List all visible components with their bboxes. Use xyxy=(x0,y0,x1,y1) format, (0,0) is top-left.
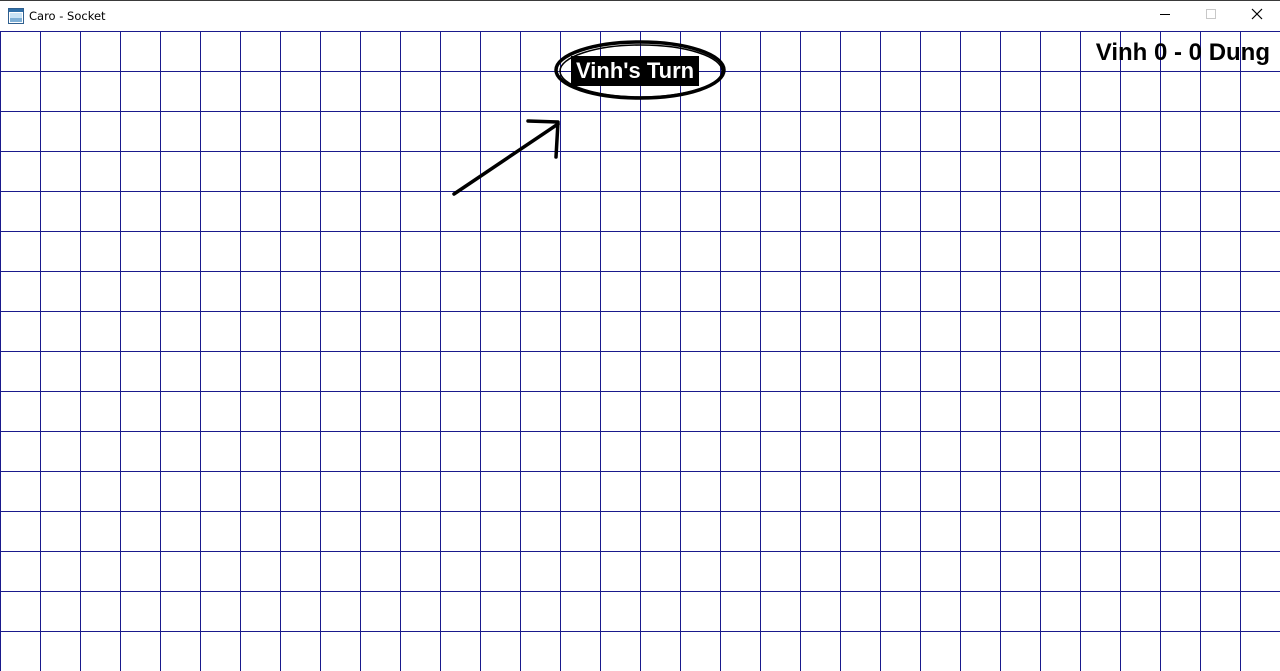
close-icon xyxy=(1251,7,1263,25)
minimize-button[interactable] xyxy=(1142,1,1188,31)
window-app-icon xyxy=(8,8,24,24)
scoreboard: Vinh 0 - 0 Dung xyxy=(1095,39,1270,66)
arrow-annotation xyxy=(452,119,560,196)
turn-indicator: Vinh's Turn xyxy=(571,56,700,86)
title-bar[interactable]: Caro - Socket xyxy=(0,0,1280,31)
maximize-icon xyxy=(1205,7,1217,25)
maximize-button[interactable] xyxy=(1188,1,1234,31)
window-title: Caro - Socket xyxy=(29,9,106,23)
close-button[interactable] xyxy=(1234,1,1280,31)
caro-board-grid[interactable] xyxy=(0,31,1280,671)
minimize-icon xyxy=(1159,7,1171,25)
app-window: Caro - Socket Vinh's Turn Vinh 0 - 0 Dun… xyxy=(0,0,1280,671)
